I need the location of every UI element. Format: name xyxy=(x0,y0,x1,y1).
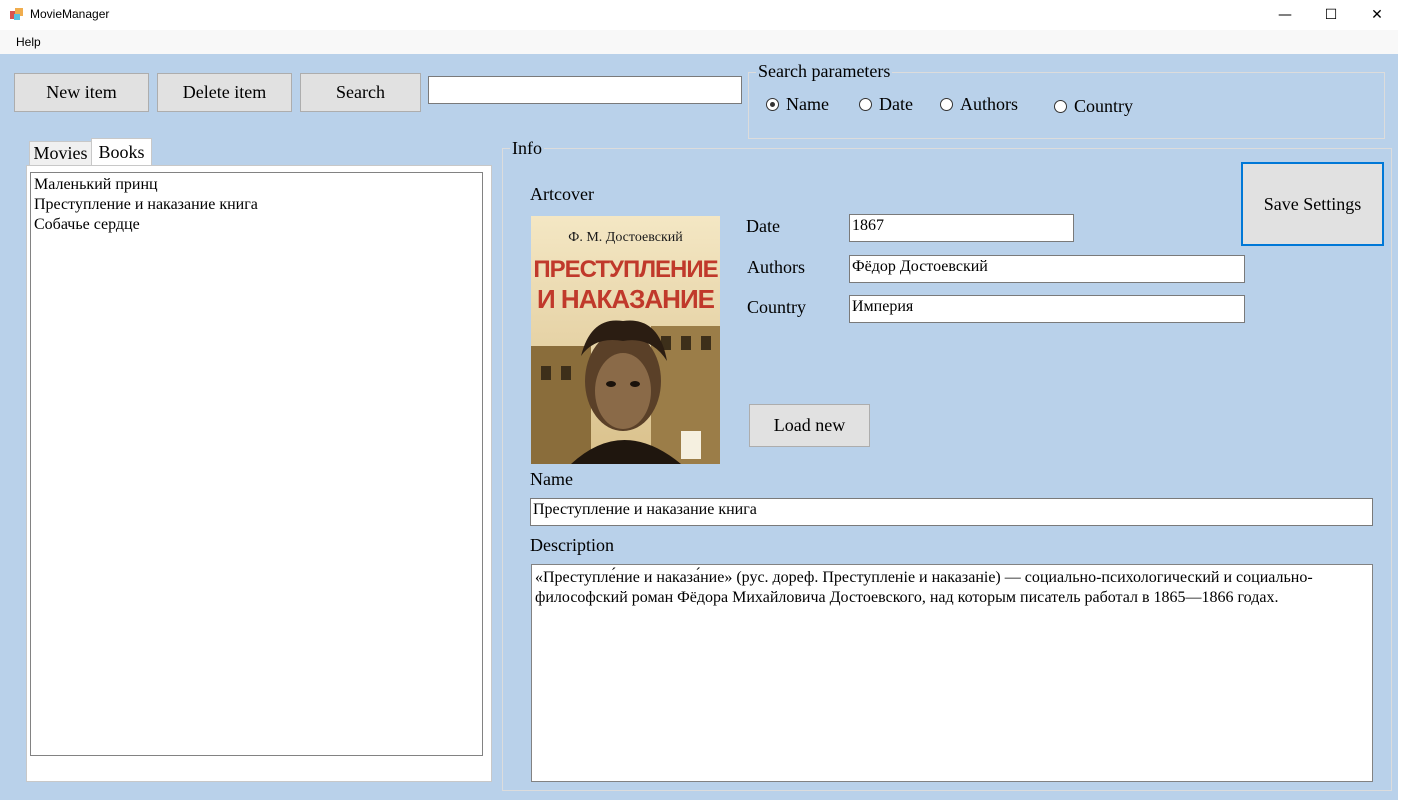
radio-date-label[interactable]: Date xyxy=(879,94,913,115)
radio-authors[interactable] xyxy=(940,98,953,111)
window-title: MovieManager xyxy=(30,7,110,21)
maximize-button[interactable]: ☐ xyxy=(1308,0,1354,30)
description-label: Description xyxy=(530,535,614,555)
tab-movies[interactable]: Movies xyxy=(29,141,92,166)
search-button[interactable]: Search xyxy=(300,73,421,112)
list-item[interactable]: Преступление и наказание книга xyxy=(34,196,258,214)
search-parameters-caption: Search parameters xyxy=(756,61,893,82)
name-label: Name xyxy=(530,469,573,489)
radio-name-label[interactable]: Name xyxy=(786,94,829,115)
description-textarea[interactable]: «Преступле́ние и наказа́ние» (рус. дореф… xyxy=(531,564,1373,782)
authors-field[interactable]: Фёдор Достоевский xyxy=(849,255,1245,283)
new-item-button[interactable]: New item xyxy=(14,73,149,112)
delete-item-button[interactable]: Delete item xyxy=(157,73,292,112)
list-item[interactable]: Собачье сердце xyxy=(34,216,140,234)
country-field[interactable]: Империя xyxy=(849,295,1245,323)
authors-label: Authors xyxy=(747,257,805,277)
info-caption: Info xyxy=(510,138,544,159)
menu-bar xyxy=(0,30,1402,54)
date-label: Date xyxy=(746,216,780,236)
cover-title-line1: ПРЕСТУПЛЕНИЕ xyxy=(533,256,718,283)
title-bar[interactable] xyxy=(0,0,1402,30)
save-settings-button[interactable]: Save Settings xyxy=(1241,162,1384,246)
search-input[interactable] xyxy=(428,76,742,104)
minimize-button[interactable]: — xyxy=(1262,0,1308,30)
radio-name[interactable] xyxy=(766,98,779,111)
items-listbox[interactable]: Маленький принц Преступление и наказание… xyxy=(30,172,483,756)
list-item[interactable]: Маленький принц xyxy=(34,176,158,194)
radio-country[interactable] xyxy=(1054,100,1067,113)
app-icon xyxy=(10,8,24,22)
country-label: Country xyxy=(747,297,807,317)
window-edge xyxy=(1398,30,1402,802)
close-button[interactable]: ✕ xyxy=(1354,0,1400,30)
load-new-button[interactable]: Load new xyxy=(749,404,870,447)
tab-books[interactable]: Books xyxy=(91,138,152,166)
date-field[interactable]: 1867 xyxy=(849,214,1074,242)
artcover-image: Ф. М. Достоевский ПРЕСТУПЛЕНИЕ И НАКАЗАН… xyxy=(531,216,720,464)
name-field[interactable]: Преступление и наказание книга xyxy=(530,498,1373,526)
menu-help[interactable]: Help xyxy=(16,35,41,49)
cover-author: Ф. М. Достоевский xyxy=(568,230,683,245)
radio-date[interactable] xyxy=(859,98,872,111)
cover-title-line2: И НАКАЗАНИЕ xyxy=(537,284,715,314)
artcover-label: Artcover xyxy=(530,184,594,204)
radio-authors-label[interactable]: Authors xyxy=(960,94,1018,115)
radio-country-label[interactable]: Country xyxy=(1074,96,1133,117)
